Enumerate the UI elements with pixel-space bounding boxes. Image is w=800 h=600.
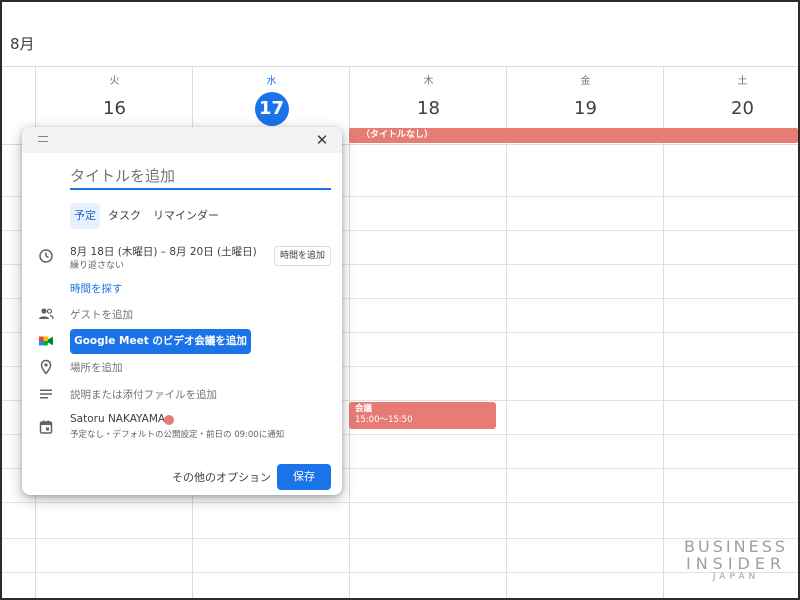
add-meet-button[interactable]: Google Meet のビデオ会議を追加 (70, 329, 251, 354)
notification-settings[interactable]: 予定なし・デフォルトの公開設定・前日の 09:00に通知 (70, 428, 284, 440)
tab-event[interactable]: 予定 (70, 203, 100, 229)
calendar-icon (39, 420, 53, 434)
event-title-input[interactable] (70, 163, 331, 190)
day-of-week: 火 (109, 76, 120, 87)
close-icon[interactable]: ✕ (312, 130, 332, 150)
day-header-fri[interactable]: 金 19 (507, 74, 664, 126)
watermark-logo: BUSINESS INSIDER JAPAN (684, 538, 788, 583)
clock-icon (39, 249, 53, 263)
day-number[interactable]: 19 (569, 92, 603, 126)
tab-reminder[interactable]: リマインダー (149, 203, 223, 229)
more-options-button[interactable]: その他のオプション (172, 469, 271, 485)
day-number[interactable]: 20 (726, 92, 760, 126)
google-meet-icon (39, 336, 53, 346)
add-location-field[interactable]: 場所を追加 (70, 360, 123, 375)
repeat-setting[interactable]: 繰り返さない (70, 258, 124, 271)
quick-event-dialog: ✕ 予定 タスク リマインダー 8月 18日 (木曜日) – 8月 20日 (土… (22, 127, 342, 495)
drag-handle-icon[interactable] (38, 136, 48, 142)
day-of-week: 水 (266, 76, 277, 87)
location-pin-icon (40, 359, 52, 375)
day-number-today[interactable]: 17 (254, 92, 289, 126)
day-number[interactable]: 16 (98, 92, 132, 126)
date-range[interactable]: 8月 18日 (木曜日) – 8月 20日 (土曜日) (70, 244, 257, 259)
day-of-week: 金 (580, 76, 591, 87)
meeting-event[interactable]: 会議 15:00～15:50 (349, 402, 496, 429)
hour-line (2, 572, 798, 573)
watermark-line: BUSINESS (684, 537, 788, 556)
calendar-owner[interactable]: Satoru NAKAYAMA (70, 413, 165, 425)
day-of-week: 土 (737, 76, 748, 87)
calendar-window: 8月 火 16 水 17 木 18 金 19 土 20 （タイトルなし） 会議 … (0, 0, 800, 600)
calendar-color-dot[interactable] (164, 415, 174, 425)
hour-line (2, 538, 798, 539)
meeting-title: 会議 (355, 404, 373, 414)
day-header-sat[interactable]: 土 20 (664, 74, 798, 126)
people-icon (39, 308, 54, 320)
meeting-time: 15:00～15:50 (355, 415, 413, 425)
save-button[interactable]: 保存 (277, 464, 331, 490)
day-number[interactable]: 18 (412, 92, 446, 126)
add-guest-field[interactable]: ゲストを追加 (70, 307, 133, 322)
allday-event-bar[interactable]: （タイトルなし） (349, 128, 798, 143)
event-type-tabs: 予定 タスク リマインダー (70, 203, 223, 229)
add-description-field[interactable]: 説明または添付ファイルを追加 (70, 387, 217, 402)
header-divider (2, 66, 798, 67)
day-header-wed-today[interactable]: 水 17 (193, 74, 350, 126)
day-header-tue[interactable]: 火 16 (36, 74, 193, 126)
day-of-week: 木 (423, 76, 434, 87)
dialog-header: ✕ (22, 127, 342, 153)
month-label: 8月 (10, 35, 35, 53)
day-header-thu[interactable]: 木 18 (350, 74, 507, 126)
tab-task[interactable]: タスク (104, 203, 145, 229)
watermark-line: INSIDER (685, 554, 787, 573)
find-time-link[interactable]: 時間を探す (70, 281, 123, 296)
description-icon (40, 389, 52, 399)
watermark-line: JAPAN (712, 572, 760, 582)
add-time-button[interactable]: 時間を追加 (274, 246, 331, 266)
hour-line (2, 502, 798, 503)
